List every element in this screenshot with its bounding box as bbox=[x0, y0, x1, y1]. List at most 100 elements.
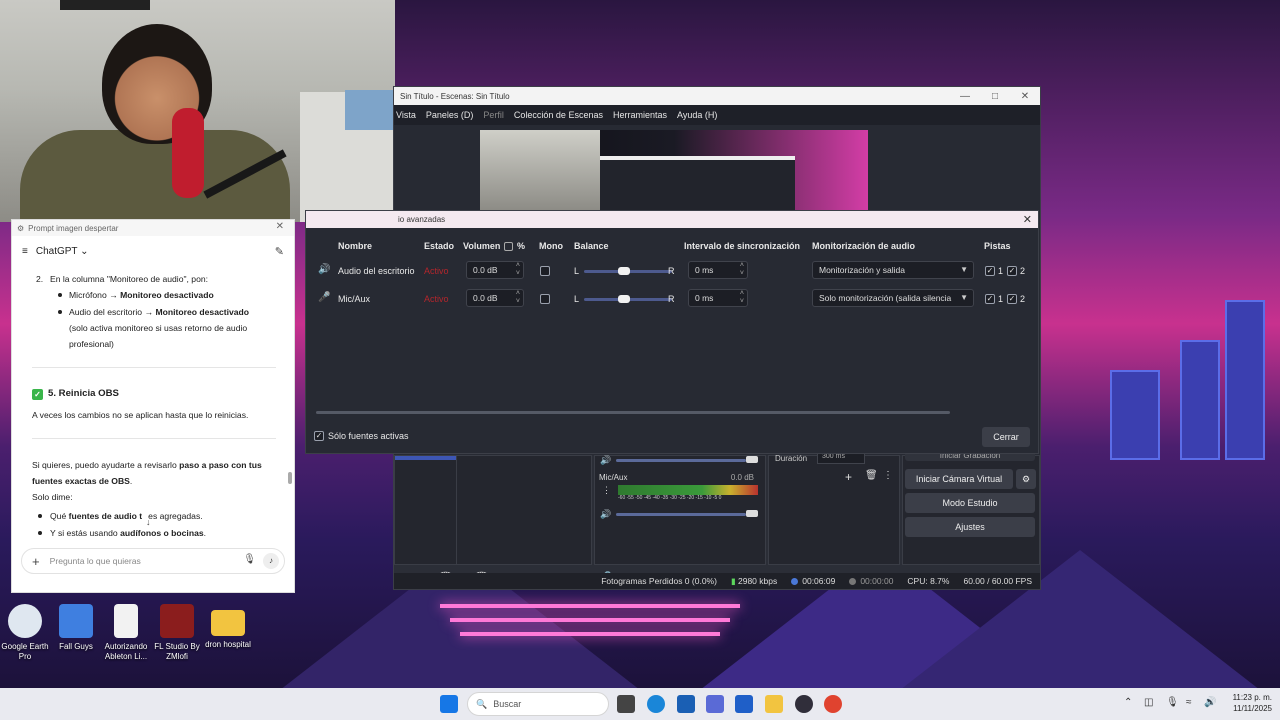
menu-perfil[interactable]: Perfil bbox=[483, 110, 504, 120]
only-active-checkbox[interactable]: ✓ bbox=[314, 431, 324, 441]
monitor-select[interactable]: Solo monitorización (salida silencia ▼ bbox=[812, 289, 974, 307]
menu-paneles[interactable]: Paneles (D) bbox=[426, 110, 474, 120]
menu-vista[interactable]: Vista bbox=[396, 110, 416, 120]
track2-label: 2 bbox=[1020, 266, 1026, 276]
volume-field[interactable]: 0.0 dB ˄ ˅ bbox=[466, 289, 524, 307]
volume-percent-checkbox[interactable] bbox=[504, 242, 513, 251]
windows-start-icon[interactable] bbox=[440, 695, 458, 713]
spin-arrows-icon[interactable]: ˄ ˅ bbox=[740, 290, 744, 306]
col-balance: Balance bbox=[574, 241, 609, 251]
model-selector[interactable]: ChatGPT ⌄ bbox=[36, 246, 89, 257]
desktop-icon-ableton[interactable]: Autorizando Ableton Li... bbox=[101, 604, 151, 662]
chrome-icon[interactable] bbox=[824, 695, 842, 713]
obs-icon[interactable] bbox=[795, 695, 813, 713]
track1-label: 1 bbox=[998, 294, 1004, 304]
menu-icon[interactable]: ≡ bbox=[22, 246, 28, 257]
track2-checkbox[interactable]: ✓ bbox=[1007, 294, 1017, 304]
voice-mode-icon[interactable]: ♪ bbox=[263, 553, 279, 569]
balance-slider-knob[interactable] bbox=[618, 295, 630, 303]
speaker-icon[interactable]: 🔊 bbox=[600, 509, 611, 520]
trash-icon[interactable]: 🗑 bbox=[865, 470, 878, 481]
app-name: ChatGPT bbox=[35, 245, 78, 257]
volume-field[interactable]: 0.0 dB ˄ ˅ bbox=[466, 261, 524, 279]
horizontal-scrollbar[interactable] bbox=[316, 411, 950, 414]
track1-checkbox[interactable]: ✓ bbox=[985, 266, 995, 276]
store-icon[interactable] bbox=[677, 695, 695, 713]
taskbar-search[interactable]: 🔍 Buscar bbox=[467, 692, 609, 716]
close-icon[interactable]: ✕ bbox=[1023, 213, 1032, 226]
mail-icon[interactable] bbox=[735, 695, 753, 713]
minimize-icon[interactable]: — bbox=[950, 91, 980, 102]
scroll-down-icon[interactable]: ↓ bbox=[146, 514, 151, 530]
desktop-icon-dron-hospital[interactable]: dron hospital bbox=[203, 604, 253, 650]
section-heading: ✓ 5. Reinicia OBS bbox=[32, 386, 119, 402]
microphone-icon[interactable]: 🎙 bbox=[243, 554, 256, 565]
microphone-icon[interactable]: 🎙 bbox=[1166, 697, 1179, 708]
chat-input[interactable]: + Pregunta lo que quieras 🎙 ♪ bbox=[21, 548, 285, 574]
studio-mode-button[interactable]: Modo Estudio bbox=[905, 493, 1035, 513]
volume-slider-knob[interactable] bbox=[746, 456, 758, 463]
close-icon[interactable]: ✕ bbox=[276, 221, 284, 232]
app-icon[interactable] bbox=[706, 695, 724, 713]
network-icon[interactable]: ◫ bbox=[1144, 697, 1153, 708]
mono-checkbox[interactable] bbox=[540, 266, 550, 276]
menu-coleccion-escenas[interactable]: Colección de Escenas bbox=[514, 110, 603, 120]
col-volume: Volumen bbox=[463, 241, 501, 251]
obs-status-bar: Fotogramas Perdidos 0 (0.0%) ▮ 2980 kbps… bbox=[394, 573, 1040, 589]
volume-value: 0.0 dB bbox=[473, 293, 498, 303]
gear-icon[interactable]: ⚙ bbox=[1016, 469, 1036, 489]
chevron-up-icon[interactable]: ⌃ bbox=[1124, 697, 1132, 708]
spin-arrows-icon[interactable]: ˄ ˅ bbox=[516, 290, 520, 306]
paragraph: A veces los cambios no se aplican hasta … bbox=[32, 410, 249, 420]
sync-offset-field[interactable]: 0 ms ˄ ˅ bbox=[688, 289, 748, 307]
new-chat-icon[interactable]: ✎ bbox=[275, 245, 284, 258]
col-percent: % bbox=[517, 241, 526, 251]
menu-herramientas[interactable]: Herramientas bbox=[613, 110, 667, 120]
mixer-menu-icon[interactable]: ⋮ bbox=[602, 485, 611, 496]
divider bbox=[32, 367, 276, 368]
add-transition-icon[interactable]: + bbox=[845, 470, 852, 484]
close-button[interactable]: Cerrar bbox=[982, 427, 1030, 447]
chat-scrollbar[interactable] bbox=[288, 472, 292, 484]
edge-icon[interactable] bbox=[647, 695, 665, 713]
add-icon[interactable]: + bbox=[32, 554, 40, 569]
volume-slider[interactable] bbox=[616, 513, 746, 516]
search-icon: 🔍 bbox=[476, 698, 488, 709]
balance-right-label: R bbox=[668, 266, 675, 276]
volume-icon[interactable]: 🔊 bbox=[1204, 697, 1216, 708]
wifi-icon[interactable]: ≈ bbox=[1186, 697, 1192, 708]
maximize-icon[interactable]: □ bbox=[980, 91, 1010, 102]
balance-slider-knob[interactable] bbox=[618, 267, 630, 275]
monitor-select[interactable]: Monitorización y salida ▼ bbox=[812, 261, 974, 279]
sync-offset-field[interactable]: 0 ms ˄ ˅ bbox=[688, 261, 748, 279]
sync-value: 0 ms bbox=[695, 265, 714, 275]
close-icon[interactable]: ✕ bbox=[1010, 91, 1040, 102]
desktop-icon-google-earth[interactable]: Google Earth Pro bbox=[0, 604, 50, 662]
speaker-icon[interactable]: 🔊 bbox=[600, 455, 611, 466]
track1-checkbox[interactable]: ✓ bbox=[985, 294, 995, 304]
clock[interactable]: 11:23 p. m. 11/11/2025 bbox=[1233, 692, 1272, 714]
folder-icon bbox=[211, 610, 245, 636]
sun-stripe bbox=[450, 618, 730, 622]
volume-slider[interactable] bbox=[616, 459, 746, 462]
mono-checkbox[interactable] bbox=[540, 294, 550, 304]
dropped-frames: Fotogramas Perdidos 0 (0.0%) bbox=[601, 576, 717, 586]
desktop-icon-fall-guys[interactable]: Fall Guys bbox=[51, 604, 101, 652]
obs-preview-canvas[interactable] bbox=[480, 130, 868, 210]
balance-left-label: L bbox=[574, 294, 580, 304]
spin-arrows-icon[interactable]: ˄ ˅ bbox=[516, 262, 520, 278]
menu-ayuda[interactable]: Ayuda (H) bbox=[677, 110, 717, 120]
settings-button[interactable]: Ajustes bbox=[905, 517, 1035, 537]
desktop-icon-fl-studio[interactable]: FL Studio By ZMlofi bbox=[152, 604, 202, 662]
volume-slider-knob[interactable] bbox=[746, 510, 758, 517]
stream-time-value: 00:06:09 bbox=[802, 576, 836, 586]
rec-time: 00:00:00 bbox=[849, 576, 893, 586]
chevron-down-icon: ⌄ bbox=[80, 245, 89, 257]
task-view-icon[interactable] bbox=[617, 695, 635, 713]
spin-arrows-icon[interactable]: ˄ ˅ bbox=[740, 262, 744, 278]
virtual-camera-button[interactable]: Iniciar Cámara Virtual bbox=[905, 469, 1013, 489]
more-options-icon[interactable]: ⋮ bbox=[883, 470, 893, 481]
track2-checkbox[interactable]: ✓ bbox=[1007, 266, 1017, 276]
file-explorer-icon[interactable] bbox=[765, 695, 783, 713]
only-active-sources[interactable]: ✓ Sólo fuentes activas bbox=[314, 431, 409, 441]
